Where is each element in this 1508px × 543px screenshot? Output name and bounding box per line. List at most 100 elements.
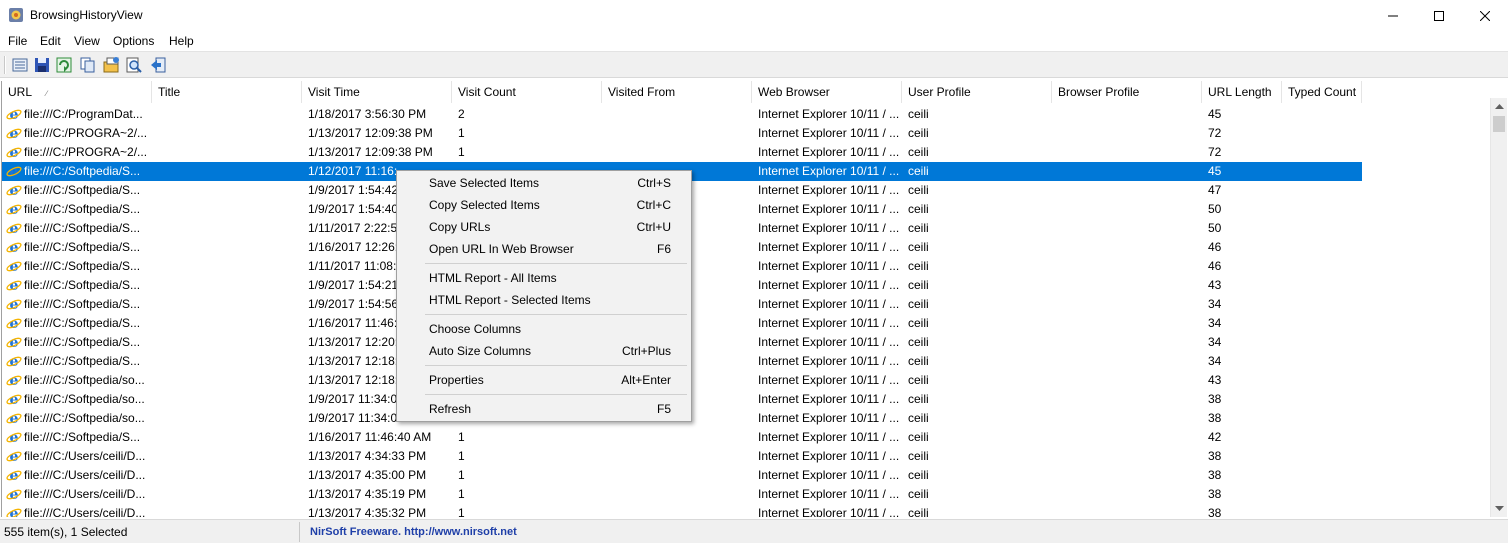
cell-user-profile: ceili xyxy=(908,278,929,292)
cell-web-browser: Internet Explorer 10/11 / ... xyxy=(758,354,900,368)
scroll-up-button[interactable] xyxy=(1491,98,1508,115)
column-visit-time[interactable]: Visit Time xyxy=(302,81,452,103)
context-menu-auto-size-columns[interactable]: Auto Size Columns Ctrl+Plus xyxy=(397,340,691,362)
table-row[interactable]: e file:///C:/Softpedia/S... 1/13/2017 12:1… xyxy=(2,352,1491,371)
column-browser-profile[interactable]: Browser Profile xyxy=(1052,81,1202,103)
cell-url: file:///C:/Softpedia/S... xyxy=(24,354,141,368)
column-web-browser[interactable]: Web Browser xyxy=(752,81,902,103)
cell-web-browser: Internet Explorer 10/11 / ... xyxy=(758,316,900,330)
menu-view[interactable]: View xyxy=(74,34,100,48)
cell-url: file:///C:/Softpedia/so... xyxy=(24,411,145,425)
context-menu-html-report-selected-items[interactable]: HTML Report - Selected Items xyxy=(397,289,691,311)
cell-user-profile: ceili xyxy=(908,145,929,159)
table-row[interactable]: e file:///C:/Users/ceili/D... 1/13/2017 4:… xyxy=(2,447,1491,466)
save-icon[interactable] xyxy=(33,56,51,74)
close-button[interactable] xyxy=(1462,0,1508,31)
table-row[interactable]: e file:///C:/Softpedia/S... 1/13/2017 12:2… xyxy=(2,333,1491,352)
table-row[interactable]: e file:///C:/Softpedia/S... 1/11/2017 11:0… xyxy=(2,257,1491,276)
cell-visited-from xyxy=(608,504,752,517)
internet-explorer-icon: e xyxy=(6,316,22,331)
table-row[interactable]: e file:///C:/Softpedia/S... 1/11/2017 2:22… xyxy=(2,219,1491,238)
table-row[interactable]: e file:///C:/Softpedia/S... 1/16/2017 11:4… xyxy=(2,314,1491,333)
internet-explorer-icon: e xyxy=(6,373,22,388)
nirsoft-link[interactable]: NirSoft Freeware. http://www.nirsoft.net xyxy=(310,522,517,542)
context-menu: Save Selected Items Ctrl+S Copy Selected I… xyxy=(396,170,692,422)
minimize-button[interactable] xyxy=(1370,0,1416,31)
table-row[interactable]: e file:///C:/PROGRA~2/... 1/13/2017 12:09:… xyxy=(2,124,1491,143)
refresh-icon[interactable] xyxy=(55,56,73,74)
maximize-button[interactable] xyxy=(1416,0,1462,31)
properties-icon[interactable] xyxy=(11,56,29,74)
column-visit-count[interactable]: Visit Count xyxy=(452,81,602,103)
context-menu-copy-urls[interactable]: Copy URLs Ctrl+U xyxy=(397,216,691,238)
cell-url-length: 38 xyxy=(1208,506,1222,517)
column-user-profile[interactable]: User Profile xyxy=(902,81,1052,103)
find-icon[interactable] xyxy=(125,56,143,74)
vertical-scrollbar[interactable] xyxy=(1490,98,1507,517)
table-row[interactable]: e file:///C:/Softpedia/so... 1/9/2017 11:3… xyxy=(2,390,1491,409)
app-icon xyxy=(9,8,23,22)
toolbar xyxy=(0,51,1508,78)
cell-url-length: 38 xyxy=(1208,449,1222,463)
cell-web-browser: Internet Explorer 10/11 / ... xyxy=(758,411,900,425)
status-bar: 555 item(s), 1 Selected NirSoft Freeware… xyxy=(0,519,1508,543)
svg-text:e: e xyxy=(10,297,19,312)
table-row[interactable]: e file:///C:/Softpedia/so... 1/13/2017 12:… xyxy=(2,371,1491,390)
column-url[interactable]: URL ∕ xyxy=(2,81,152,103)
column-typed-count[interactable]: Typed Count xyxy=(1282,81,1362,103)
table-row[interactable]: e file:///C:/Users/ceili/D... 1/13/2017 4:… xyxy=(2,485,1491,504)
svg-text:e: e xyxy=(10,487,19,502)
menu-file[interactable]: File xyxy=(8,34,27,48)
internet-explorer-icon: e xyxy=(6,145,22,160)
cell-browser-profile xyxy=(1058,390,1202,409)
copy-icon[interactable] xyxy=(79,56,97,74)
column-title[interactable]: Title xyxy=(152,81,302,103)
context-menu-save-selected-items[interactable]: Save Selected Items Ctrl+S xyxy=(397,172,691,194)
context-menu-refresh[interactable]: Refresh F5 xyxy=(397,398,691,420)
table-row[interactable]: e file:///C:/Softpedia/S... 1/16/2017 12:2… xyxy=(2,238,1491,257)
scroll-down-button[interactable] xyxy=(1491,500,1508,517)
menu-options[interactable]: Options xyxy=(113,34,154,48)
context-menu-copy-selected-items[interactable]: Copy Selected Items Ctrl+C xyxy=(397,194,691,216)
cell-web-browser: Internet Explorer 10/11 / ... xyxy=(758,430,900,444)
column-visited-from[interactable]: Visited From xyxy=(602,81,752,103)
table-row[interactable]: e file:///C:/Softpedia/S... 1/9/2017 1:54:… xyxy=(2,295,1491,314)
history-list[interactable]: URL ∕ Title Visit Time Visit Count Visite… xyxy=(1,81,1491,517)
context-menu-properties[interactable]: Properties Alt+Enter xyxy=(397,369,691,391)
cell-web-browser: Internet Explorer 10/11 / ... xyxy=(758,468,900,482)
exit-icon[interactable] xyxy=(149,56,167,74)
context-menu-html-report-all-items[interactable]: HTML Report - All Items xyxy=(397,267,691,289)
cell-typed-count xyxy=(1288,276,1362,295)
scroll-thumb[interactable] xyxy=(1493,116,1505,132)
table-row[interactable]: e file:///C:/Users/ceili/D... 1/13/2017 4:… xyxy=(2,504,1491,517)
cell-title xyxy=(158,181,302,200)
internet-explorer-icon: e xyxy=(6,126,22,141)
cell-typed-count xyxy=(1288,200,1362,219)
cell-title xyxy=(158,276,302,295)
table-row[interactable]: e file:///C:/Softpedia/so... 1/9/2017 11:3… xyxy=(2,409,1491,428)
cell-visit-time: 1/18/2017 3:56:30 PM xyxy=(308,107,427,121)
html-report-icon[interactable] xyxy=(103,56,121,74)
cell-visit-time: 1/16/2017 11:46:40 AM xyxy=(308,430,432,444)
context-menu-separator xyxy=(425,263,687,264)
column-url-length[interactable]: URL Length xyxy=(1202,81,1282,103)
table-row[interactable]: e file:///C:/Softpedia/S... 1/9/2017 1:54:… xyxy=(2,181,1491,200)
cell-title xyxy=(158,143,302,162)
table-row[interactable]: e file:///C:/PROGRA~2/... 1/13/2017 12:09:… xyxy=(2,143,1491,162)
cell-url: file:///C:/Softpedia/S... xyxy=(24,278,141,292)
table-row[interactable]: e file:///C:/Softpedia/S... 1/16/2017 11:4… xyxy=(2,428,1491,447)
cell-url: file:///C:/ProgramDat... xyxy=(24,107,143,121)
menu-help[interactable]: Help xyxy=(169,34,194,48)
context-menu-choose-columns[interactable]: Choose Columns xyxy=(397,318,691,340)
cell-typed-count xyxy=(1288,257,1362,276)
table-row[interactable]: e file:///C:/Users/ceili/D... 1/13/2017 4:… xyxy=(2,466,1491,485)
cell-url-length: 38 xyxy=(1208,468,1222,482)
context-menu-open-url-in-web-browser[interactable]: Open URL In Web Browser F6 xyxy=(397,238,691,260)
table-row[interactable]: e file:///C:/Softpedia/S... 1/9/2017 1:54:… xyxy=(2,200,1491,219)
table-row[interactable]: e file:///C:/Softpedia/S... 1/9/2017 1:54:… xyxy=(2,276,1491,295)
cell-url-length: 34 xyxy=(1208,335,1222,349)
menu-edit[interactable]: Edit xyxy=(40,34,61,48)
svg-text:e: e xyxy=(10,164,19,179)
table-row[interactable]: e file:///C:/ProgramDat... 1/18/2017 3:56:… xyxy=(2,105,1491,124)
internet-explorer-icon: e xyxy=(6,240,22,255)
